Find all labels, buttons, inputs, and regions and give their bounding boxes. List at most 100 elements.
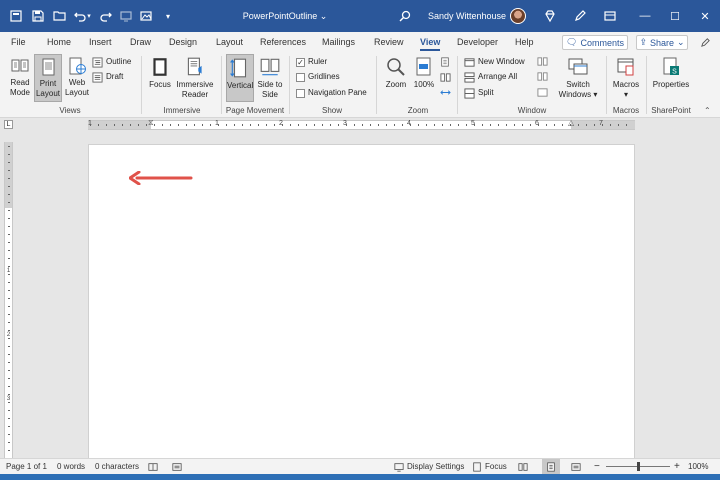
tab-selector[interactable]: L bbox=[4, 120, 13, 129]
macros-button[interactable]: Macros ▾ bbox=[610, 56, 642, 100]
ruler-tick bbox=[218, 124, 219, 126]
switch-windows-button[interactable]: Switch Windows ▾ bbox=[556, 56, 600, 100]
avatar[interactable] bbox=[510, 8, 526, 24]
display-settings-button[interactable]: Display Settings bbox=[394, 459, 464, 475]
print-layout-button[interactable]: Print Layout bbox=[34, 54, 62, 102]
page-count[interactable]: Page 1 of 1 bbox=[6, 459, 47, 475]
ruler-checkbox[interactable]: ✓ Ruler bbox=[296, 56, 327, 68]
outline-button[interactable]: Outline bbox=[92, 56, 131, 68]
separator bbox=[141, 56, 142, 114]
horizontal-ruler[interactable]: 1 1 2 3 4 5 6 7 ⧖ △ bbox=[88, 118, 635, 130]
title-bar: ▾ ▾ PowerPointOutline ⌄ Sandy Wittenhous… bbox=[0, 0, 720, 32]
tab-mailings[interactable]: Mailings bbox=[322, 32, 355, 52]
zoom-button[interactable]: Zoom bbox=[382, 56, 410, 90]
screen-icon[interactable] bbox=[116, 0, 136, 32]
draft-button[interactable]: Draft bbox=[92, 71, 123, 83]
tab-view[interactable]: View bbox=[420, 32, 441, 52]
autosave-icon[interactable] bbox=[6, 0, 26, 32]
comments-button[interactable]: 🗨 Comments bbox=[562, 35, 628, 50]
pen-icon[interactable] bbox=[570, 0, 590, 32]
ruler-tick bbox=[266, 124, 267, 126]
navigation-pane-checkbox[interactable]: Navigation Pane bbox=[296, 87, 367, 99]
ruler-tick bbox=[282, 124, 283, 126]
right-indent-marker[interactable]: △ bbox=[568, 118, 574, 127]
vertical-button[interactable]: Vertical bbox=[226, 54, 254, 102]
user-name[interactable]: Sandy Wittenhouse bbox=[428, 0, 506, 32]
read-mode-button[interactable]: Read Mode bbox=[6, 56, 34, 98]
split-button[interactable]: Split bbox=[464, 87, 494, 99]
tab-insert[interactable]: Insert bbox=[89, 32, 112, 52]
save-icon[interactable] bbox=[28, 0, 48, 32]
collapse-ribbon-icon[interactable]: ⌃ bbox=[704, 106, 711, 115]
tab-layout[interactable]: Layout bbox=[216, 32, 243, 52]
word-count[interactable]: 0 words bbox=[57, 459, 85, 475]
ruler-tick bbox=[178, 124, 179, 126]
redo-icon[interactable] bbox=[96, 0, 116, 32]
ruler-tick bbox=[290, 124, 291, 126]
indent-marker[interactable]: ⧖ bbox=[148, 118, 154, 128]
zoom-100-button[interactable]: 100% bbox=[412, 56, 436, 90]
checkbox-checked[interactable]: ✓ bbox=[296, 57, 305, 67]
focus-button[interactable]: Focus bbox=[146, 56, 174, 90]
tab-developer[interactable]: Developer bbox=[457, 32, 498, 52]
checkbox-unchecked[interactable] bbox=[296, 72, 305, 82]
multiple-pages-button[interactable] bbox=[440, 72, 451, 83]
document-title[interactable]: PowerPointOutline ⌄ bbox=[230, 0, 340, 32]
ruler-tick bbox=[8, 266, 10, 267]
properties-button[interactable]: S Properties bbox=[650, 56, 692, 90]
accessibility-icon[interactable] bbox=[172, 459, 182, 475]
character-count[interactable]: 0 characters bbox=[95, 459, 139, 475]
ruler-tick bbox=[434, 124, 435, 126]
vertical-ruler[interactable]: 1 2 3 bbox=[4, 142, 13, 458]
gridlines-checkbox[interactable]: Gridlines bbox=[296, 71, 340, 83]
web-layout-view-icon[interactable] bbox=[571, 459, 581, 475]
one-page-button[interactable] bbox=[440, 56, 450, 68]
ruler-label: Ruler bbox=[308, 57, 328, 66]
ruler-tick bbox=[8, 330, 10, 331]
customize-toolbar-icon[interactable]: ▾ bbox=[158, 0, 178, 32]
arrange-all-button[interactable]: Arrange All bbox=[464, 71, 517, 83]
tab-review[interactable]: Review bbox=[374, 32, 404, 52]
web-layout-button[interactable]: Web Layout bbox=[62, 56, 92, 98]
reset-window-position-button[interactable] bbox=[537, 87, 548, 98]
tab-draw[interactable]: Draw bbox=[130, 32, 151, 52]
zoom-out-button[interactable]: − bbox=[594, 459, 600, 475]
immersive-reader-button[interactable]: Immersive Reader bbox=[174, 56, 216, 100]
minimize-button[interactable]: — bbox=[630, 0, 660, 32]
view-side-by-side-button[interactable] bbox=[537, 56, 548, 67]
zoom-percent[interactable]: 100% bbox=[688, 459, 708, 475]
chevron-down-icon: ▾ bbox=[593, 90, 598, 99]
proofing-icon[interactable] bbox=[148, 459, 158, 475]
search-icon[interactable] bbox=[395, 0, 415, 32]
new-window-button[interactable]: New Window bbox=[464, 56, 525, 68]
print-layout-view-icon[interactable] bbox=[542, 459, 560, 475]
tab-references[interactable]: References bbox=[260, 32, 306, 52]
diamond-icon[interactable] bbox=[540, 0, 560, 32]
checkbox-unchecked[interactable] bbox=[296, 88, 305, 98]
maximize-button[interactable]: ☐ bbox=[660, 0, 690, 32]
zoom-slider-thumb[interactable] bbox=[637, 462, 640, 471]
ruler-tick bbox=[298, 124, 299, 126]
share-button[interactable]: ⇪ Share ⌄ bbox=[636, 35, 688, 50]
picture-icon[interactable] bbox=[136, 0, 156, 32]
open-folder-icon[interactable] bbox=[50, 0, 70, 32]
svg-text:S: S bbox=[672, 69, 677, 76]
vertical-scroll-icon bbox=[230, 58, 247, 78]
document-page[interactable] bbox=[88, 144, 635, 460]
page-width-button[interactable] bbox=[440, 87, 451, 98]
tab-help[interactable]: Help bbox=[515, 32, 534, 52]
side-to-side-button[interactable]: Side to Side bbox=[256, 56, 284, 100]
ruler-tick bbox=[578, 124, 579, 126]
focus-status-button[interactable]: Focus bbox=[472, 459, 507, 475]
close-button[interactable]: ✕ bbox=[690, 0, 720, 32]
tab-design[interactable]: Design bbox=[169, 32, 197, 52]
synchronous-scrolling-button[interactable] bbox=[537, 71, 548, 82]
ruler-tick bbox=[8, 250, 10, 251]
read-mode-view-icon[interactable] bbox=[518, 459, 528, 475]
zoom-in-button[interactable]: + bbox=[674, 459, 680, 475]
undo-dropdown-icon[interactable]: ▾ bbox=[84, 0, 94, 32]
tab-home[interactable]: Home bbox=[47, 32, 71, 52]
tab-file[interactable]: File bbox=[11, 32, 26, 52]
ribbon-display-icon[interactable] bbox=[600, 0, 620, 32]
editing-mode-icon[interactable] bbox=[698, 35, 712, 50]
